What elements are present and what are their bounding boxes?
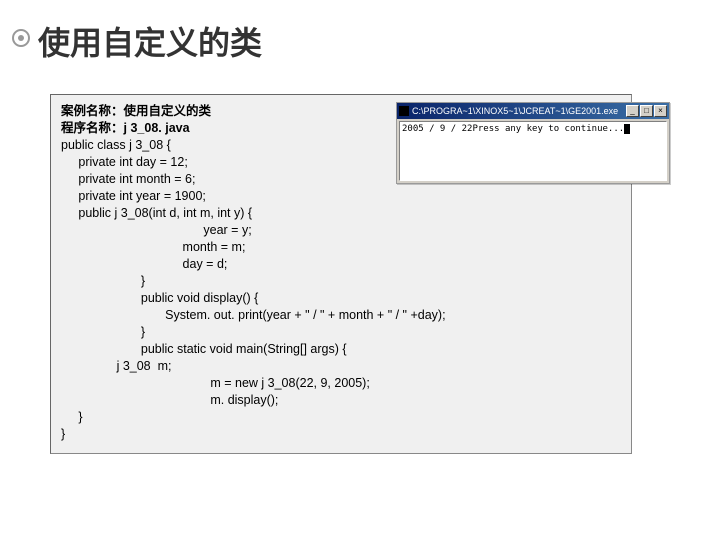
code-line: day = d; [61,257,227,271]
code-line: } [61,410,83,424]
maximize-button[interactable]: □ [640,105,653,117]
code-line: private int day = 12; [61,155,188,169]
code-line: private int year = 1900; [61,189,206,203]
console-output: 2005 / 9 / 22Press any key to continue..… [402,124,624,134]
title-bullet-icon [12,29,30,47]
case-name: 使用自定义的类 [124,104,212,118]
window-controls: _ □ × [626,105,667,117]
cursor-icon [624,124,630,134]
console-title: C:\PROGRA~1\XINOX5~1\JCREAT~1\GE2001.exe [412,106,626,116]
code-line: } [61,274,145,288]
slide: 使用自定义的类 案例名称：使用自定义的类 程序名称：j 3_08. java p… [0,0,720,540]
code-line: } [61,325,145,339]
code-line: m. display(); [61,393,278,407]
code-line: m = new j 3_08(22, 9, 2005); [61,376,370,390]
code-line: year = y; [61,223,252,237]
close-button[interactable]: × [654,105,667,117]
code-line: public j 3_08(int d, int m, int y) { [61,206,252,220]
code-line: public class j 3_08 { [61,138,171,152]
cmd-icon [399,106,409,116]
code-line: month = m; [61,240,245,254]
code-line: public void display() { [61,291,258,305]
console-output-area: 2005 / 9 / 22Press any key to continue..… [399,121,667,181]
code-line: } [61,427,65,441]
code-line: public static void main(String[] args) { [61,342,347,356]
program-label: 程序名称： [61,121,124,135]
program-name: j 3_08. java [124,121,190,135]
code-line: System. out. print(year + " / " + month … [61,308,446,322]
case-label: 案例名称： [61,104,124,118]
code-line: j 3_08 m; [61,359,171,373]
console-titlebar[interactable]: C:\PROGRA~1\XINOX5~1\JCREAT~1\GE2001.exe… [397,103,669,119]
slide-title: 使用自定义的类 [38,18,262,64]
console-window: C:\PROGRA~1\XINOX5~1\JCREAT~1\GE2001.exe… [396,102,670,184]
code-line: private int month = 6; [61,172,195,186]
minimize-button[interactable]: _ [626,105,639,117]
